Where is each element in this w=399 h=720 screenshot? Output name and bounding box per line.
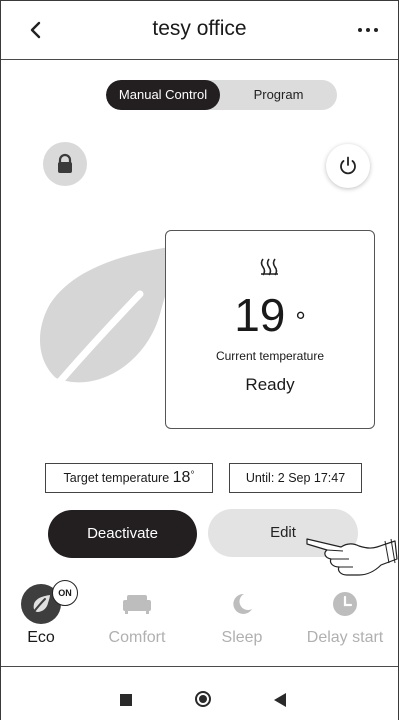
back-triangle-icon[interactable] (274, 693, 286, 707)
until-box: Until: 2 Sep 17:47 (229, 463, 362, 493)
eco-leaf-illustration (39, 246, 176, 404)
temperature-card: 19 ° Current temperature Ready (165, 230, 375, 429)
home-circle-icon[interactable] (195, 691, 211, 707)
comfort-icon-wrap (116, 583, 158, 625)
system-nav-bar (1, 666, 398, 720)
target-temperature-unit: ° (190, 470, 195, 481)
temperature-unit: ° (295, 306, 306, 336)
mode-label: Delay start (306, 629, 384, 646)
target-temperature-value: 18 (172, 469, 191, 486)
mode-label: Sleep (221, 629, 263, 646)
more-options-button[interactable] (358, 25, 382, 35)
temperature-number: 19 (234, 289, 286, 341)
more-dot (374, 28, 378, 32)
current-temperature-value: 19 ° (166, 287, 374, 343)
delay-icon-wrap (324, 583, 366, 625)
page-title: tesy office (152, 17, 247, 40)
more-horizontal-icon (358, 28, 362, 32)
mode-label: Eco (27, 629, 55, 646)
target-temperature-box: Target temperature 18° (45, 463, 213, 493)
moon-icon (233, 593, 252, 614)
mode-segmented-control: Manual Control Program (106, 80, 337, 110)
more-dot (366, 28, 370, 32)
sleep-icon-wrap (221, 583, 263, 625)
tab-program[interactable]: Program (220, 80, 337, 110)
lock-button[interactable] (43, 142, 87, 186)
power-button[interactable] (326, 144, 370, 188)
lock-icon (58, 153, 72, 173)
recents-square-icon[interactable] (120, 694, 132, 706)
pointing-hand-icon (306, 538, 398, 576)
current-temperature-label: Current temperature (215, 349, 325, 363)
mode-label: Comfort (108, 629, 166, 646)
leaf-icon (31, 595, 50, 615)
app-header: tesy office (1, 1, 398, 60)
status-text: Ready (245, 375, 295, 394)
heat-waves-icon (260, 258, 278, 276)
deactivate-button[interactable]: Deactivate (48, 510, 197, 558)
eco-on-badge: ON (52, 580, 78, 606)
clock-icon (333, 592, 357, 616)
target-temperature-label: Target temperature (63, 471, 170, 485)
sofa-icon (123, 595, 151, 614)
heating-indicator (166, 257, 374, 277)
tab-manual-control[interactable]: Manual Control (106, 80, 220, 110)
power-icon (340, 156, 356, 175)
